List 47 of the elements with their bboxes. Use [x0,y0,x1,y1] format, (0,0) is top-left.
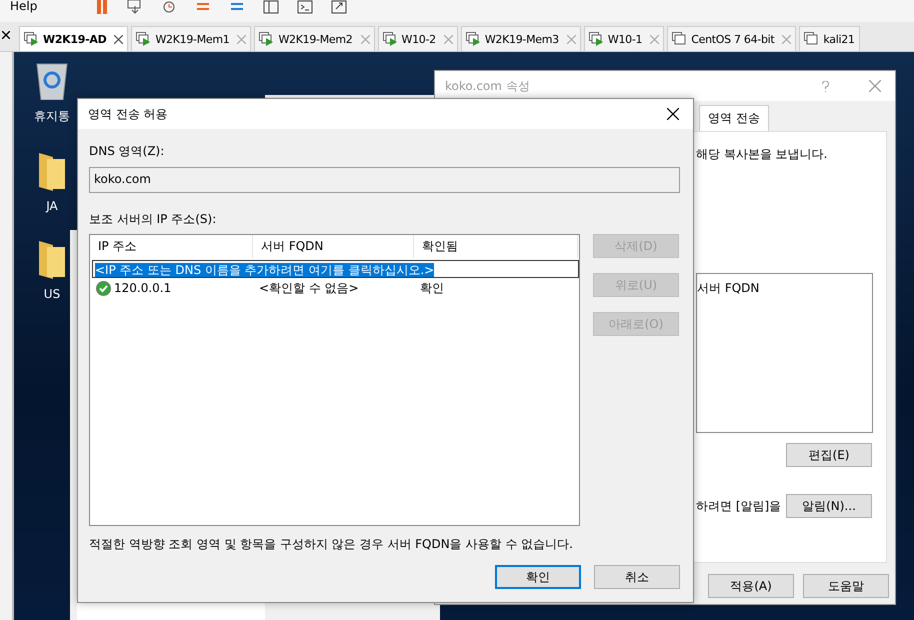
folder-icon[interactable] [37,239,67,279]
zone-field[interactable]: koko.com [89,167,680,193]
desktop-icon-label[interactable]: JA [46,199,58,213]
window-title: koko.com 속성 [445,78,531,94]
table-cell-text: <확인할 수 없음> [258,280,360,296]
vm-tab[interactable]: W2K19-Mem2 [254,26,374,51]
vm-tab[interactable]: W10-2 [378,26,458,51]
tab[interactable]: 영역 전송 [699,105,769,131]
desktop-icon-label[interactable]: US [44,287,60,301]
description-text: 해당 복사본을 보냅니다. [696,146,828,163]
folder-icon[interactable] [37,151,67,191]
dialog-button[interactable]: 적용(A) [708,574,794,598]
vm-tab[interactable]: CentOS 7 64-bit [667,26,796,51]
field-label: DNS 영역(Z): [89,143,166,160]
column-header[interactable]: 확인됨 [414,235,578,258]
pause-icon[interactable] [95,0,110,14]
vm-tab[interactable]: W2K19-AD [19,26,128,51]
vm-tab[interactable]: kali21 [799,26,860,51]
new-entry-field[interactable]: <IP 주소 또는 DNS 이름을 추가하려면 여기를 클릭하십시오.> [92,260,579,278]
dialog-button[interactable]: 취소 [594,565,680,589]
notify-button[interactable]: 알림(N)... [786,494,872,518]
server-list[interactable]: 서버 FQDN [696,273,873,433]
note-text: 적절한 역방향 조회 영역 및 항목을 구성하지 않은 경우 서버 FQDN을 사용할 수 없습니다. [89,536,574,553]
window-title: 영역 전송 허용 [88,106,169,122]
column-header[interactable]: 서버 FQDN [253,235,414,258]
close-icon[interactable] [667,108,679,120]
dialog-button[interactable]: 확인 [495,565,581,589]
notify-text: 하려면 [알림]을 [696,498,782,514]
vm-tab[interactable]: W10-1 [584,26,664,51]
close-icon[interactable] [2,31,10,39]
layout-icon[interactable] [263,0,280,14]
dialog-button[interactable]: 도움말 [803,574,889,598]
column-header[interactable]: 서버 FQDN [697,280,760,297]
vm-tab[interactable]: W2K19-Mem3 [460,26,581,51]
desktop-icon-label[interactable]: 휴지통 [34,108,70,125]
column-header[interactable]: IP 주소 [90,235,253,258]
console-icon[interactable] [297,0,314,14]
edit-button[interactable]: 편집(E) [786,443,872,467]
close-icon[interactable] [114,34,124,44]
vm-tab[interactable]: W2K19-Mem1 [131,26,252,51]
table-cell: 120.0.0.1 [114,281,172,295]
fullscreen-icon[interactable] [331,0,348,14]
field-label: 보조 서버의 IP 주소(S): [89,211,218,228]
table-cell-text: 확인 [419,280,444,296]
download-icon[interactable] [127,0,144,14]
menu-item[interactable]: Help [10,0,38,13]
snapshot-icon[interactable] [161,0,178,14]
